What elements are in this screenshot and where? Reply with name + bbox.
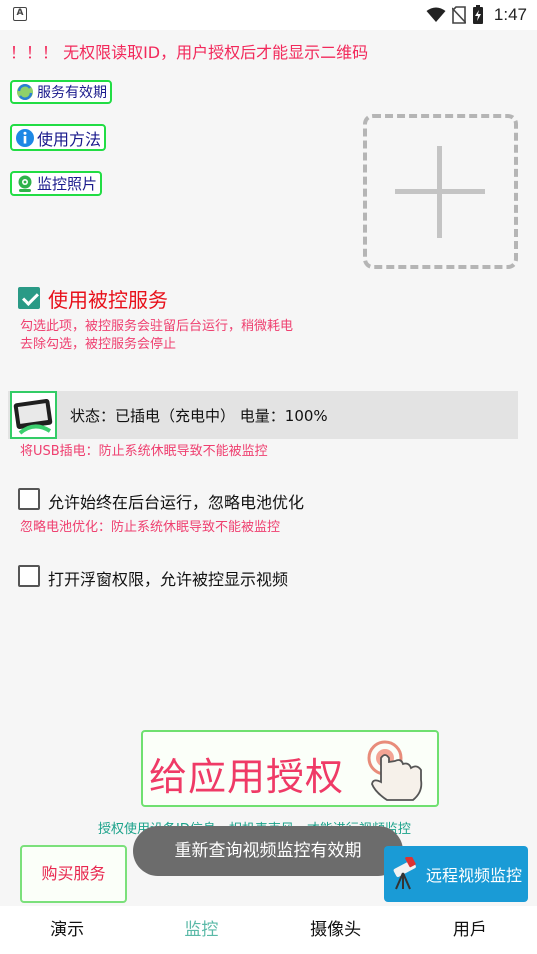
battery-note: 将USB插电：防止系统休眠导致不能被监控 <box>20 444 268 459</box>
info-icon <box>16 128 34 147</box>
battery-charging-icon <box>472 5 483 24</box>
notification-app-icon: A <box>13 7 27 21</box>
remote-monitor-button[interactable]: 远程视频监控 <box>384 846 528 902</box>
background-run-note: 忽略电池优化：防止系统休眠导致不能被监控 <box>20 520 281 535</box>
wifi-icon <box>426 7 446 22</box>
buy-service-button[interactable]: 购买服务 <box>20 845 127 903</box>
controlled-service-checkbox[interactable] <box>18 287 40 309</box>
background-run-checkbox[interactable] <box>18 488 40 510</box>
phone-charging-icon <box>10 391 57 439</box>
telescope-icon <box>393 857 416 890</box>
tap-hand-icon <box>367 740 423 801</box>
clock: 1:47 <box>493 5 527 24</box>
toast-message: 重新查询视频监控有效期 <box>133 826 403 876</box>
controlled-service-note-2: 去除勾选，被控服务会停止 <box>20 337 177 352</box>
permission-warning: ！！！ 无权限读取ID，用户授权后才能显示二维码 <box>10 43 369 62</box>
authorize-app-button[interactable]: 给应用授权 <box>141 730 439 807</box>
qr-code-placeholder[interactable] <box>363 114 518 269</box>
authorize-app-label: 给应用授权 <box>149 755 345 799</box>
status-bar: A 1:47 <box>0 0 537 30</box>
tab-monitor[interactable]: 监控 <box>134 906 268 954</box>
background-run-label: 允许始终在后台运行，忽略电池优化 <box>48 493 305 512</box>
validity-button[interactable]: 服务有效期 <box>10 80 112 104</box>
validity-button-label: 服务有效期 <box>37 85 107 101</box>
photos-button-label: 监控照片 <box>37 175 98 193</box>
overlay-permission-checkbox[interactable] <box>18 565 40 587</box>
tab-user[interactable]: 用戶 <box>403 906 537 954</box>
battery-status-text: 状态：已插电（充电中） 电量：100% <box>70 407 328 425</box>
controlled-service-note-1: 勾选此项，被控服务会驻留后台运行，稍微耗电 <box>20 319 294 334</box>
usage-button-label: 使用方法 <box>37 129 102 149</box>
battery-status-row: 状态：已插电（充电中） 电量：100% <box>8 391 518 439</box>
tab-demo[interactable]: 演示 <box>0 906 134 954</box>
tab-camera[interactable]: 摄像头 <box>269 906 403 954</box>
photos-button[interactable]: 监控照片 <box>10 171 103 196</box>
overlay-permission-label: 打开浮窗权限，允许被控显示视频 <box>48 570 289 589</box>
webcam-icon <box>18 175 32 192</box>
bottom-nav: 演示 监控 摄像头 用戶 <box>0 906 537 954</box>
controlled-service-label: 使用被控服务 <box>48 288 168 312</box>
usage-button[interactable]: 使用方法 <box>10 124 107 151</box>
no-sim-icon <box>451 6 466 24</box>
refresh-icon <box>17 84 33 100</box>
remote-monitor-label: 远程视频监控 <box>426 866 523 885</box>
status-icons: 1:47 <box>426 4 527 26</box>
